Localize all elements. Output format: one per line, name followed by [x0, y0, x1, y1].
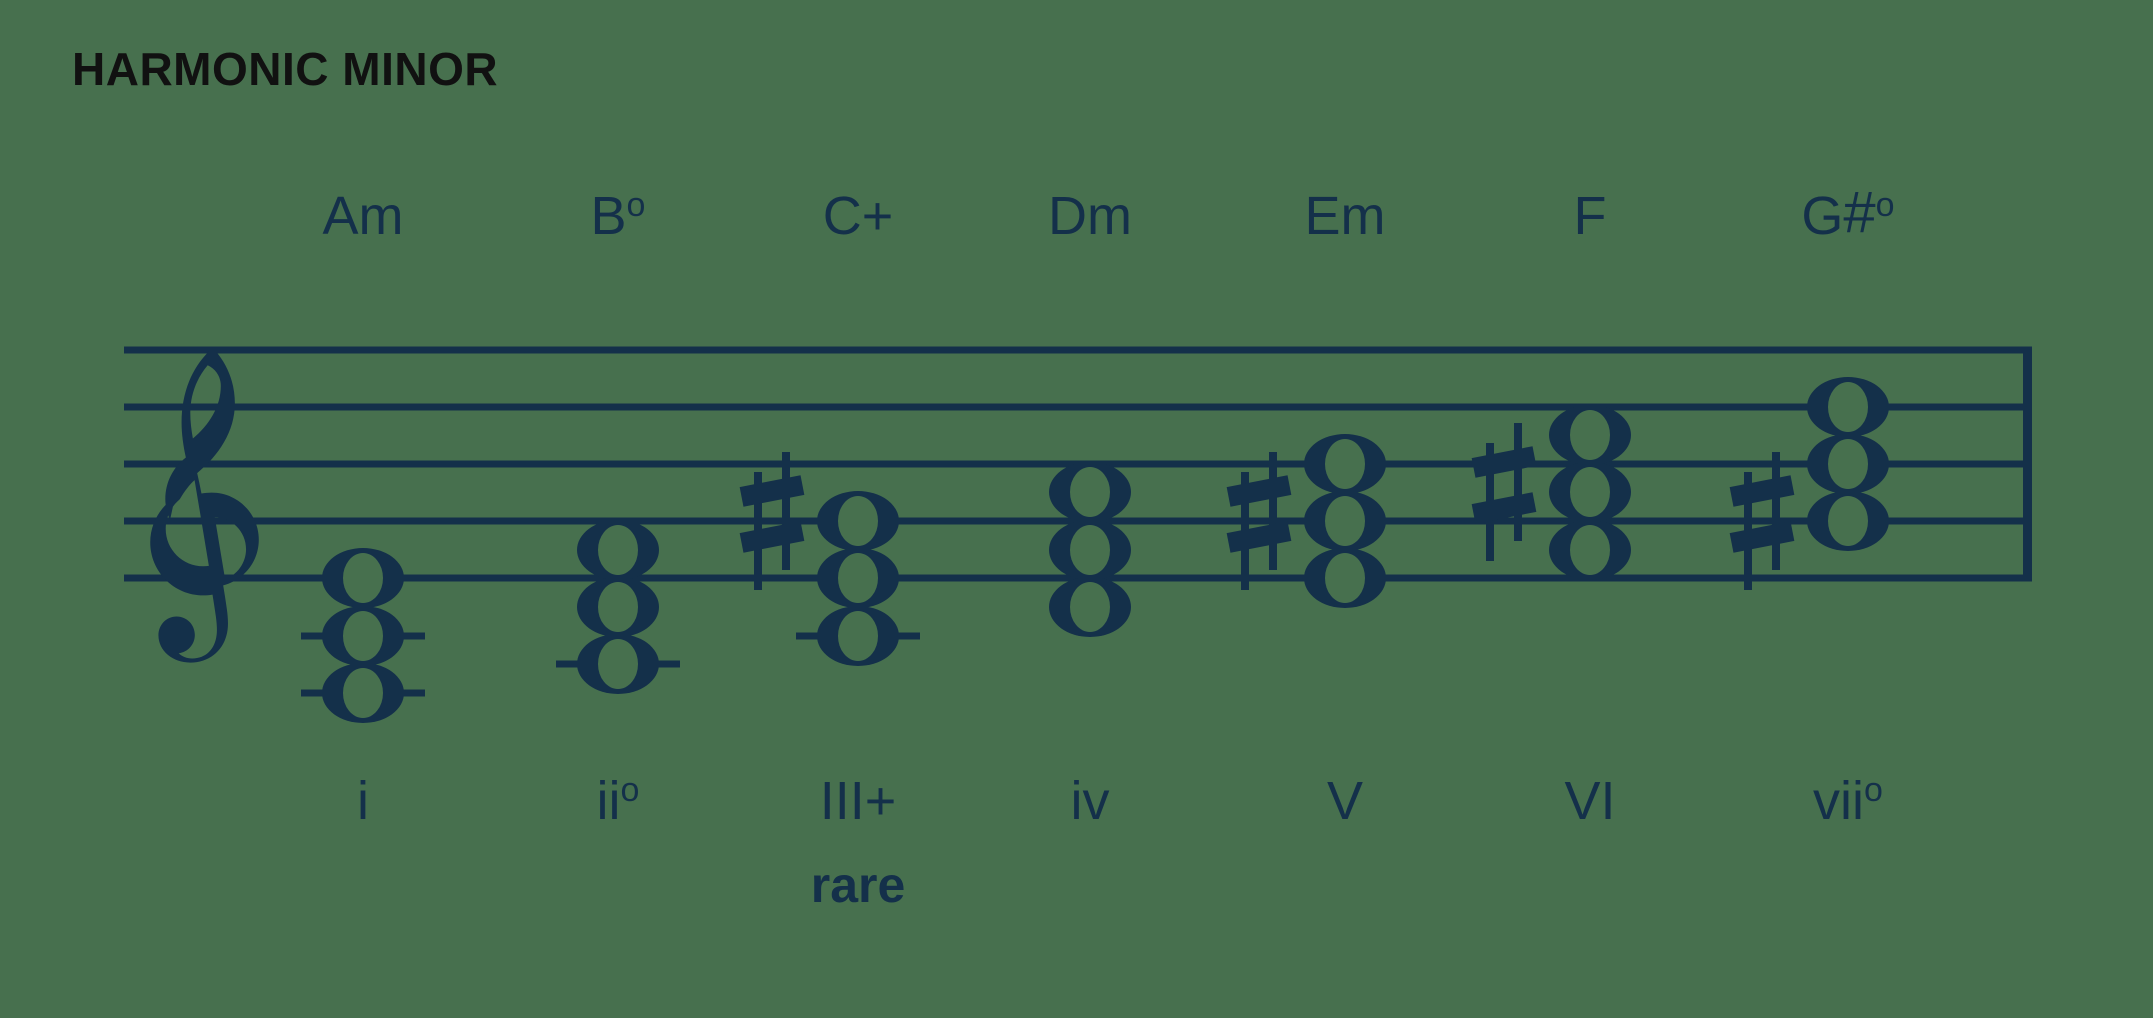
chord-B	[556, 520, 680, 694]
roman-numeral-6: VI	[1564, 770, 1615, 832]
roman-numeral-text: III+	[819, 771, 897, 831]
notehead	[577, 520, 659, 580]
notehead	[1304, 434, 1386, 494]
sharp-accidental-icon	[1471, 423, 1537, 561]
roman-numeral-text: vii	[1813, 771, 1865, 831]
roman-numeral-text: iv	[1070, 771, 1110, 831]
roman-numeral-text: i	[357, 771, 369, 831]
roman-numeral-5: V	[1327, 770, 1363, 832]
notehead	[1549, 405, 1631, 465]
roman-numeral-text: ii	[596, 771, 621, 831]
notehead	[1049, 520, 1131, 580]
notehead	[322, 548, 404, 608]
chord-noteheads	[301, 377, 1889, 723]
notehead	[322, 606, 404, 666]
notehead	[1807, 377, 1889, 437]
roman-numeral-text: V	[1326, 771, 1364, 831]
chord-Cplus	[739, 452, 920, 666]
chord-Dm	[1049, 462, 1131, 637]
notehead	[1807, 434, 1889, 494]
notehead	[1807, 491, 1889, 551]
roman-numeral-row: i iio III+ iv V VI viio	[0, 770, 2153, 840]
chord-Am	[301, 548, 425, 723]
notehead	[1049, 462, 1131, 522]
notehead	[577, 577, 659, 637]
roman-numeral-text: VI	[1564, 771, 1616, 831]
music-staff	[0, 0, 2153, 1018]
roman-numeral-1: i	[357, 770, 369, 832]
roman-numeral-4: iv	[1071, 770, 1110, 832]
notehead	[577, 634, 659, 694]
barlines	[2023, 346, 2032, 582]
notehead	[1549, 520, 1631, 580]
roman-numeral-7: viio	[1813, 770, 1883, 832]
notehead	[817, 491, 899, 551]
roman-numeral-2: iio	[597, 770, 640, 832]
roman-numeral-3: III+	[820, 770, 897, 832]
staff-line-1	[124, 346, 2032, 354]
harmonic-minor-diagram: HARMONIC MINOR Am Bo C+ Dm Em F G#o i iio III+ iv…	[0, 0, 2153, 1018]
notehead	[1304, 491, 1386, 551]
chord-F	[1471, 405, 1631, 580]
chord-note-rare: rare	[810, 857, 906, 913]
end-barline	[2023, 346, 2032, 582]
notehead	[1304, 548, 1386, 608]
notehead	[817, 548, 899, 608]
notehead	[1049, 577, 1131, 637]
roman-numeral-quality: o	[1864, 771, 1883, 809]
notehead	[322, 663, 404, 723]
treble-clef-icon	[150, 349, 259, 663]
notehead	[1549, 462, 1631, 522]
staff-line-2	[124, 403, 2032, 411]
notehead	[817, 606, 899, 666]
roman-numeral-quality: o	[620, 771, 640, 809]
